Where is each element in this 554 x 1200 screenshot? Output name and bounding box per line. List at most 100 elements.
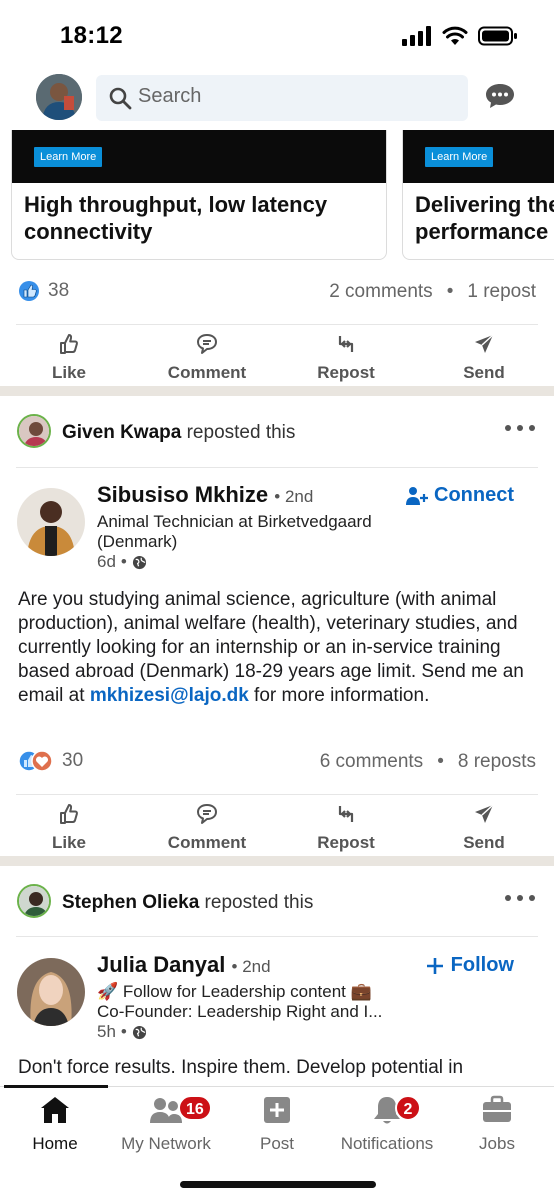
top-bar <box>0 68 554 130</box>
reactions-count: 30 <box>62 750 84 771</box>
nav-post-label: Post <box>259 1134 295 1153</box>
post-actions: Like Comment Repost Send <box>0 332 554 394</box>
like-label: Like <box>51 363 87 382</box>
send-icon <box>475 804 494 823</box>
send-button[interactable]: Send <box>424 802 544 853</box>
home-indicator <box>180 1181 376 1188</box>
post-stats: 2 comments • 1 repost <box>329 281 536 303</box>
post-text: Don't force results. Inspire them. Devel… <box>18 1057 464 1078</box>
reposter-avatar[interactable] <box>17 884 51 918</box>
post-time: 5h • <box>97 1022 147 1042</box>
search-bar[interactable] <box>96 75 468 121</box>
comments-count[interactable]: 2 comments <box>329 281 432 303</box>
post-actions: Like Comment Repost Send <box>0 802 554 864</box>
nav-jobs[interactable]: Jobs <box>437 1095 554 1154</box>
repost-label: Repost <box>317 833 375 852</box>
comment-icon <box>197 334 217 354</box>
profile-avatar[interactable] <box>36 74 82 120</box>
stats-dot: • <box>446 281 454 302</box>
connection-degree: • 2nd <box>274 487 314 506</box>
reposts-count[interactable]: 1 repost <box>467 281 536 303</box>
divider <box>16 936 538 937</box>
plus-icon <box>426 957 443 974</box>
like-label: Like <box>51 833 87 852</box>
send-icon <box>475 334 494 353</box>
feed[interactable]: Learn More High throughput, low latency … <box>0 130 554 1086</box>
reposter-avatar[interactable] <box>17 414 51 448</box>
nav-my-network-label: My Network <box>121 1134 211 1153</box>
repost-icon <box>338 336 354 352</box>
notifications-badge: 2 <box>395 1095 421 1121</box>
learn-more-button[interactable]: Learn More <box>425 147 494 167</box>
author-name-text: Sibusiso Mkhize <box>97 482 269 507</box>
search-input[interactable] <box>138 85 438 108</box>
time-dot: • <box>120 552 127 571</box>
nav-home[interactable]: Home <box>0 1095 115 1154</box>
comment-button[interactable]: Comment <box>147 802 267 853</box>
reactions-summary[interactable]: 30 <box>18 750 83 772</box>
post-author: Julia Danyal • 2nd 🚀 Follow for Leadersh… <box>0 940 554 1050</box>
learn-more-button[interactable]: Learn More <box>34 147 103 167</box>
email-link[interactable]: mkhizesi@lajo.dk <box>90 685 249 706</box>
cellular-signal-icon <box>402 26 431 46</box>
repost-button[interactable]: Repost <box>286 332 406 383</box>
author-name[interactable]: Sibusiso Mkhize • 2nd <box>97 482 313 508</box>
reposter-name[interactable]: Stephen Olieka <box>62 892 199 913</box>
author-avatar[interactable] <box>17 488 85 556</box>
messaging-icon[interactable] <box>484 82 516 110</box>
divider <box>16 794 538 795</box>
send-button[interactable]: Send <box>424 332 544 383</box>
time-text: 6d <box>97 552 116 571</box>
author-headline: Animal Technician at Birketvedgaard (Den… <box>97 512 372 551</box>
ad-carousel[interactable]: Learn More High throughput, low latency … <box>0 130 554 260</box>
reactions-summary[interactable]: 38 <box>18 280 69 302</box>
ad-title-line: connectivity <box>24 219 153 244</box>
repost-text: Stephen Olieka reposted this <box>62 892 313 914</box>
repost-button[interactable]: Repost <box>286 802 406 853</box>
send-label: Send <box>463 833 505 852</box>
time-dot: • <box>120 1022 127 1041</box>
add-person-icon <box>406 486 428 505</box>
ad-image: Learn More <box>12 130 386 183</box>
repost-header: Stephen Olieka reposted this <box>0 872 554 932</box>
connect-button[interactable]: Connect <box>406 484 514 507</box>
author-name[interactable]: Julia Danyal • 2nd <box>97 952 271 978</box>
ad-card[interactable]: Learn More Delivering the performance <box>402 130 554 260</box>
comment-button[interactable]: Comment <box>147 332 267 383</box>
nav-my-network[interactable]: 16 My Network <box>106 1095 226 1154</box>
status-icons <box>402 26 518 46</box>
briefcase-icon <box>483 1095 511 1122</box>
comments-count[interactable]: 6 comments <box>320 751 423 773</box>
divider <box>16 324 538 325</box>
follow-button[interactable]: Follow <box>425 954 514 977</box>
follow-label: Follow <box>450 954 514 976</box>
like-reaction-icon <box>19 281 39 301</box>
globe-icon <box>132 1025 146 1039</box>
more-options-icon[interactable] <box>504 424 536 432</box>
ad-card[interactable]: Learn More High throughput, low latency … <box>11 130 387 260</box>
comment-icon <box>197 804 217 824</box>
divider <box>16 467 538 468</box>
nav-post[interactable]: Post <box>217 1095 337 1154</box>
post-time: 6d • <box>97 552 147 572</box>
like-button[interactable]: Like <box>9 802 129 853</box>
globe-icon <box>132 555 146 569</box>
wifi-icon <box>442 26 468 45</box>
more-options-icon[interactable] <box>504 894 536 902</box>
headline-line: Co-Founder: Leadership Right and I... <box>97 1002 383 1021</box>
post-stats: 6 comments • 8 reposts <box>320 751 536 773</box>
ad-title: High throughput, low latency connectivit… <box>12 183 386 253</box>
author-avatar[interactable] <box>17 958 85 1026</box>
active-tab-indicator <box>4 1085 108 1088</box>
stats-dot: • <box>437 751 444 772</box>
author-name-text: Julia Danyal <box>97 952 226 977</box>
reposts-count[interactable]: 8 reposts <box>458 751 536 773</box>
post-body: Don't force results. Inspire them. Devel… <box>18 1056 538 1080</box>
nav-notifications[interactable]: 2 Notifications <box>327 1095 447 1154</box>
like-button[interactable]: Like <box>9 332 129 383</box>
headline-line: 🚀 Follow for Leadership content 💼 <box>97 982 372 1001</box>
post-text-end: for more information. <box>248 685 430 706</box>
reposter-name[interactable]: Given Kwapa <box>62 422 181 443</box>
status-bar: 18:12 <box>0 0 554 64</box>
feed-separator <box>0 856 554 866</box>
